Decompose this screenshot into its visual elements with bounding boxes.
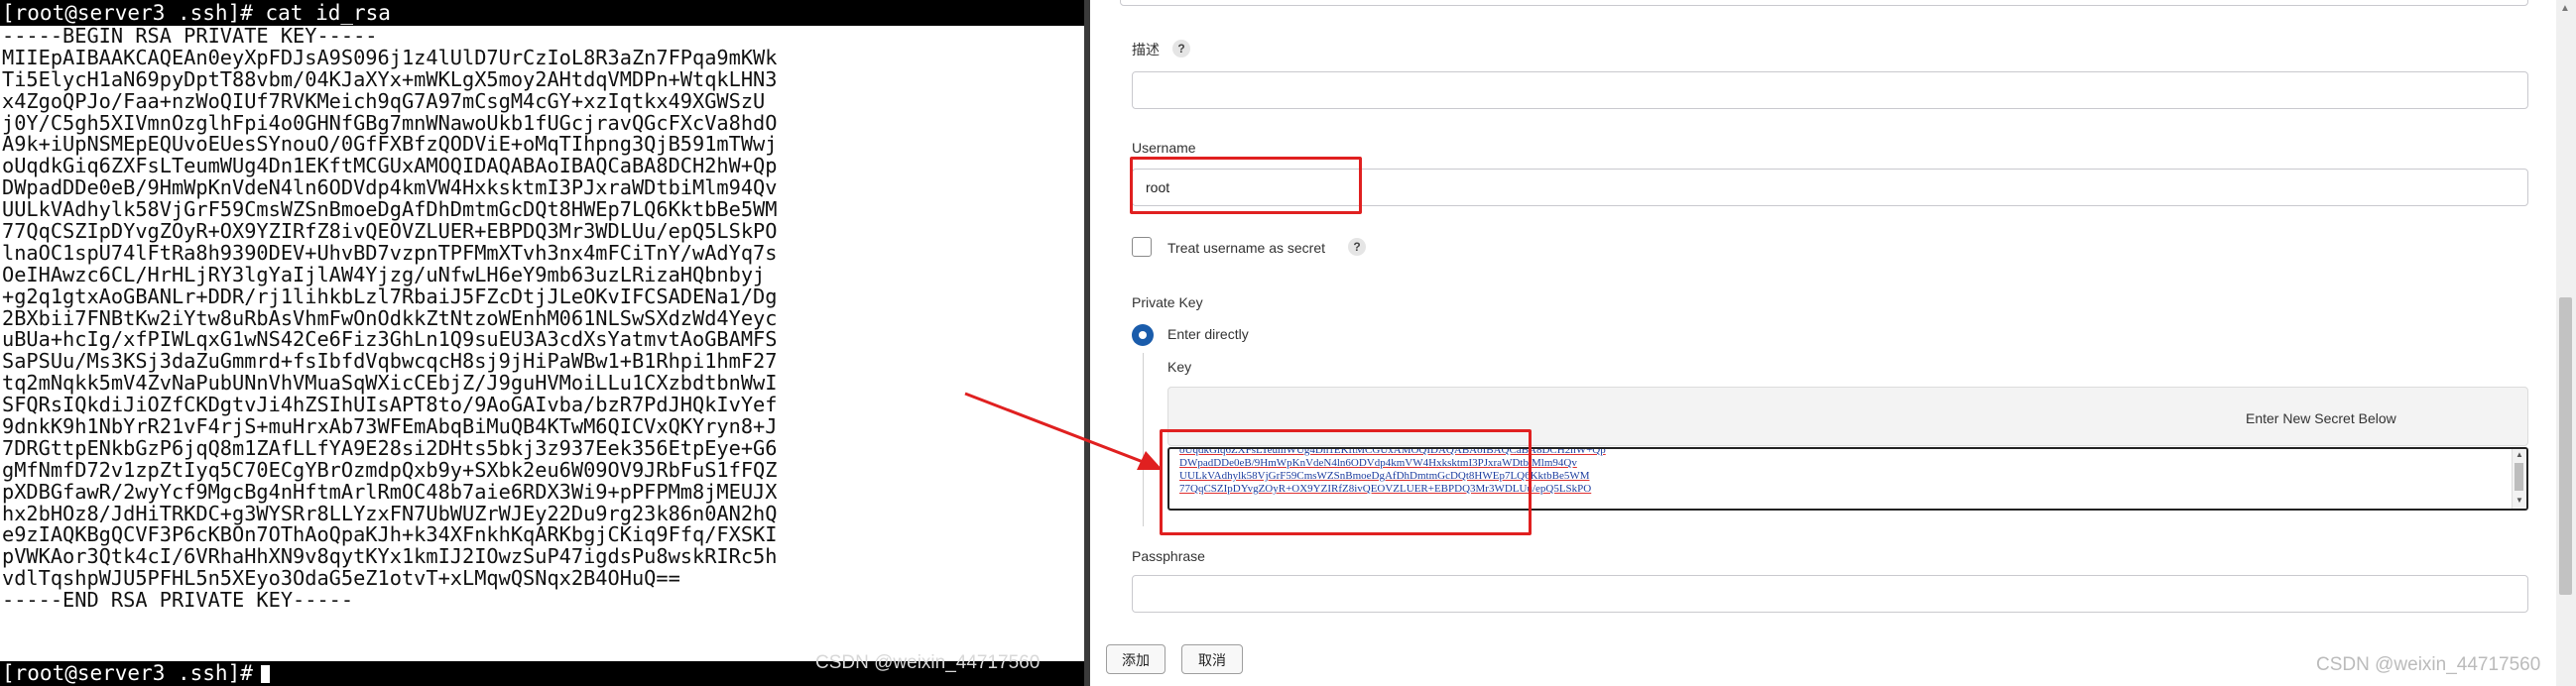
terminal-line: -----END RSA PRIVATE KEY----- — [2, 588, 354, 613]
terminal-line: oUqdkGiq6ZXFsLTeumWUg4Dn1EKftMCGUxAMOQID… — [2, 154, 778, 178]
username-annotation-box — [1130, 157, 1362, 214]
terminal-line: Ti5ElycH1aN69pyDptT88vbm/04KJaXYx+mWKLgX… — [2, 66, 778, 91]
private-key-label: Private Key — [1132, 294, 1203, 310]
prompt-text: [root@server3 .ssh]# — [2, 661, 253, 685]
radio-dot — [1139, 331, 1147, 339]
terminal-output: -----BEGIN RSA PRIVATE KEY----- MIIEpAIBA… — [2, 24, 1079, 613]
terminal-line: UULkVAdhylk58VjGrF59CmsWZSnBmoeDgAfDhDmt… — [2, 197, 778, 222]
terminal-line: x4ZgoQPJo/Faa+nzWoQIUf7RVKMeich9qG7A97mC… — [2, 88, 766, 113]
terminal-line: SaPSUu/Ms3KSj3daZuGmmrd+fsIbfdVqbwcqcH8s… — [2, 349, 778, 374]
description-input[interactable] — [1132, 71, 2528, 109]
terminal-command-line: [root@server3 .ssh]# cat id_rsa — [0, 0, 1084, 26]
cancel-button[interactable]: 取消 — [1181, 644, 1243, 674]
terminal-line: DWpadDDe0eB/9HmWpKnVdeN4ln6ODVdp4kmVW4Hx… — [2, 175, 778, 200]
username-label: Username — [1132, 140, 1196, 156]
terminal-line: MIIEpAIBAAKCAQEAn0eyXpFDJsA9S096j1z4lUlD… — [2, 45, 778, 69]
terminal-line: 77QqCSZIpDYvgZOyR+OX9YZIRfZ8ivQEOVZLUER+… — [2, 219, 778, 244]
csdn-watermark-right: CSDN @weixin_44717560 — [2316, 654, 2541, 675]
enter-directly-label: Enter directly — [1167, 326, 1249, 342]
treat-secret-help-icon[interactable]: ? — [1348, 238, 1366, 256]
terminal-line: 2BXbii7FNBtKw2iYtw8uRbAsVhmFwOnOdkkZtNtz… — [2, 305, 778, 330]
treat-username-secret-label: Treat username as secret — [1167, 240, 1325, 256]
terminal-line: 7DRGttpENkbGzP6jqQ8m1ZAfLLfYA9E28si2DHts… — [2, 435, 778, 460]
description-label: 描述 — [1132, 42, 1160, 57]
previous-field-input[interactable] — [1120, 0, 2528, 6]
enter-new-secret-label: Enter New Secret Below — [2246, 410, 2396, 426]
textarea-scroll-up-arrow[interactable]: ▲ — [2515, 450, 2523, 459]
treat-username-secret-checkbox[interactable] — [1132, 237, 1152, 257]
terminal-cursor — [260, 665, 270, 683]
add-button[interactable]: 添加 — [1106, 644, 1165, 674]
terminal-line: uBUa+hcIg/xfPIWLqxG1wNS42Ce6Fiz3GhLn1Q9s… — [2, 327, 778, 352]
terminal-line: pXDBGfawR/2wyYcf9MgcBg4nHftmArlRmOC48b7a… — [2, 479, 778, 504]
nested-indent-line — [1143, 353, 1144, 526]
csdn-watermark: CSDN @weixin_44717560 — [815, 652, 1041, 673]
textarea-scrollbar[interactable]: ▲ ▼ — [2512, 449, 2526, 509]
terminal-line: +g2q1gtxAoGBANLr+DDR/rj1lihkbLzl7RbaiJ5F… — [2, 284, 778, 308]
terminal-line: tq2mNqkk5mV4ZvNaPubUNnVhVMuaSqWXicCEbjZ/… — [2, 371, 778, 396]
terminal-line: pVWKAor3Qtk4cI/6VRhaHhXN9v8qytKYx1kmIJ2I… — [2, 544, 778, 569]
passphrase-label: Passphrase — [1132, 548, 1205, 564]
description-help-icon[interactable]: ? — [1172, 40, 1190, 57]
passphrase-input[interactable] — [1132, 575, 2528, 613]
terminal-line: vdlTqshpWJU5PFHL5n5XEyo3OdaG5eZ1otvT+xLM… — [2, 566, 680, 591]
terminal-line: 9dnkK9h1NbYrR21vF4rjS+muHrxAb73WFEmAbqBi… — [2, 414, 778, 439]
terminal-line: hx2bHOz8/JdHiTRKDC+g3WYSRr8LLYzxFN7UbWUZ… — [2, 501, 778, 525]
terminal-line: lnaOC1spU74lFtRa8h9390DEV+UhvBD7vzpnTPFM… — [2, 240, 778, 265]
terminal-line: gMfNmfD72v1zpZtIyq5C70ECgYBrOzmdpQxb9y+S… — [2, 457, 778, 482]
terminal-line: A9k+iUpNSMEpEQUvoEUesSYnouO/0GfFXBfzQODV… — [2, 132, 778, 157]
key-label: Key — [1167, 359, 1192, 375]
scroll-up-arrow[interactable]: ▲ — [2560, 3, 2570, 14]
textarea-scroll-down-arrow[interactable]: ▼ — [2515, 496, 2523, 505]
page-scroll-thumb[interactable] — [2559, 297, 2572, 595]
page-scrollbar[interactable]: ▲ — [2556, 0, 2576, 686]
terminal-line: j0Y/C5gh5XIVmnOzglhFpi4o0GHNfGBg7mnWNawo… — [2, 110, 778, 135]
textarea-scroll-thumb[interactable] — [2515, 463, 2523, 491]
terminal-line: SFQRsIQkdiJiOZfCKDgtvJi4hZSIhUIsAPT8to/9… — [2, 393, 778, 417]
terminal-line: e9zIAQKBgQCVF3P6cKBOn7OThAoQpaKJh+k34XFn… — [2, 522, 778, 547]
terminal-window[interactable]: [root@server3 .ssh]# cat id_rsa -----BEG… — [0, 0, 1084, 686]
key-annotation-box — [1160, 429, 1532, 535]
enter-directly-radio[interactable] — [1132, 324, 1154, 346]
terminal-line: -----BEGIN RSA PRIVATE KEY----- — [2, 24, 378, 48]
terminal-line: OeIHAwzc6CL/HrHLjRY3lgYaIjlAW4Yjzg/uNfwL… — [2, 262, 766, 286]
credentials-form: 描述 ? Username root Treat username as sec… — [1090, 0, 2576, 686]
